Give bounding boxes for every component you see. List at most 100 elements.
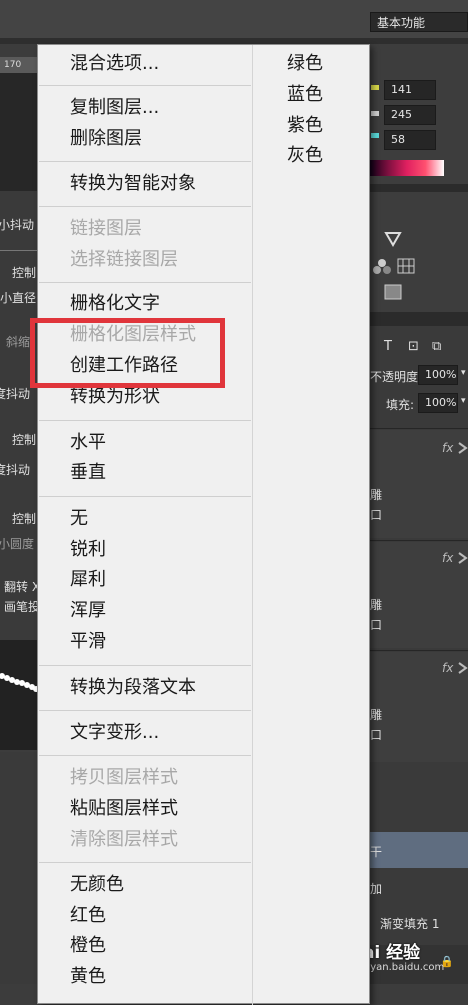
canvas-area [0,73,37,191]
layer-toggle-icon[interactable] [457,659,468,677]
menu-item-warp-text[interactable]: 文字变形... [70,722,159,744]
opacity-dropdown-icon[interactable]: ▾ [461,368,466,378]
opacity-value: 100% [425,368,457,381]
triangle-icon[interactable] [384,231,402,247]
menu-separator [39,85,251,86]
fx-icon: fx [442,551,454,565]
opacity-field[interactable]: 100% [418,365,458,385]
menu-separator [39,665,251,666]
annotation-highlight-box [30,318,225,388]
brush-label: 小直径 [0,291,37,305]
panel-divider [370,184,468,192]
gradient-fill-layer[interactable]: 渐变填充 1 [380,915,439,932]
workspace-label: 基本功能 [377,16,426,30]
menu-item-color-red[interactable]: 红色 [70,905,106,927]
menu-separator [39,161,251,162]
color-r-field[interactable]: 141 [384,80,436,100]
smart-filter-icon[interactable]: ⧉ [432,339,441,354]
layer-row-divider [370,650,468,651]
slider-b-marker [371,133,379,138]
menu-item-color-blue[interactable]: 蓝色 [287,84,323,106]
layer-row-selected[interactable] [370,832,468,868]
menu-item-convert-smart-object[interactable]: 转换为智能对象 [70,173,196,195]
color-b-value: 58 [391,133,405,146]
type-filter-icon[interactable]: T [384,339,392,354]
color-spectrum[interactable] [370,160,444,176]
menu-item-paste-layer-style[interactable]: 粘贴图层样式 [70,798,178,820]
brush-label: 度抖动 [0,463,31,477]
grid-icon[interactable] [397,258,415,274]
menu-item-color-green[interactable]: 绿色 [287,53,323,75]
menu-item-horizontal[interactable]: 水平 [70,432,106,454]
menu-item-antialias-none[interactable]: 无 [70,508,88,530]
menu-separator [39,862,251,863]
opacity-label: 不透明度: [370,370,423,384]
fill-dropdown-icon[interactable]: ▾ [461,396,466,406]
blend-fragment: 加 [370,882,383,896]
fill-field[interactable]: 100% [418,393,458,413]
fx-icon: fx [442,661,454,675]
layer-name: 雕 [370,598,383,612]
menu-item-antialias-crisp[interactable]: 犀利 [70,569,106,591]
context-menu: 混合选项... 复制图层... 删除图层 转换为智能对象 链接图层 选择链接图层… [37,44,370,1005]
menu-item-color-violet[interactable]: 紫色 [287,115,323,137]
slider-g-marker [371,111,379,116]
panel-divider [370,312,468,326]
color-r-value: 141 [391,83,412,96]
menu-separator [39,496,251,497]
menu-item-copy-layer-style: 拷贝图层样式 [70,767,178,788]
menu-item-select-linked-layers: 选择链接图层 [70,249,178,270]
menu-separator [39,282,251,283]
brush-label: 小抖动 [0,218,35,232]
layer-fragment: 口 [370,728,383,742]
selected-layer-fragment: 干 [370,845,383,859]
brush-label: 度抖动 [0,387,31,401]
layer-toggle-icon[interactable] [457,439,468,457]
brush-label: 翻转 X [4,580,41,594]
menu-item-vertical[interactable]: 垂直 [70,462,106,484]
menu-item-antialias-sharp[interactable]: 锐利 [70,539,106,561]
bottom-left-area [0,752,37,984]
layer-row-divider [370,428,468,429]
menu-item-convert-paragraph-text[interactable]: 转换为段落文本 [70,677,196,699]
layer-toggle-icon[interactable] [457,549,468,567]
brush-label: 控制 [12,433,37,447]
menu-item-color-yellow[interactable]: 黄色 [70,966,106,988]
color-b-field[interactable]: 58 [384,130,436,150]
fx-icon: fx [442,441,454,455]
menu-item-color-gray[interactable]: 灰色 [287,145,323,167]
menu-separator [39,755,251,756]
brush-label: 控制 [12,266,37,280]
brush-label: 控制 [12,512,37,526]
menu-item-antialias-strong[interactable]: 浑厚 [70,600,106,622]
color-g-field[interactable]: 245 [384,105,436,125]
menu-item-clear-layer-style: 清除图层样式 [70,829,178,850]
brush-stroke-preview [0,673,37,692]
fill-value: 100% [425,396,457,409]
shape-filter-icon[interactable]: ⊡ [408,339,419,354]
slider-r-marker [371,85,379,90]
ruler-mark: 170 [4,60,22,70]
menu-item-antialias-smooth[interactable]: 平滑 [70,631,106,653]
layer-fragment: 口 [370,618,383,632]
layer-row-divider [370,540,468,541]
menu-column-divider [252,45,253,1005]
menu-item-delete-layer[interactable]: 删除图层 [70,128,142,150]
menu-separator [39,710,251,711]
menu-item-duplicate-layer[interactable]: 复制图层... [70,97,159,119]
color-g-value: 245 [391,108,412,121]
menu-item-link-layers: 链接图层 [70,218,142,239]
menu-separator [39,206,251,207]
layer-name: 雕 [370,708,383,722]
menu-item-convert-to-shape[interactable]: 转换为形状 [70,386,160,408]
brush-slider[interactable] [0,250,37,251]
workspace-switcher[interactable]: 基本功能 [370,12,468,32]
menu-item-blending-options[interactable]: 混合选项... [70,53,159,75]
menu-item-rasterize-type[interactable]: 栅格化文字 [70,293,160,315]
brush-label: 小圆度 [0,537,35,551]
gradient-map-icon[interactable] [384,284,402,300]
circles-icon[interactable] [372,257,392,275]
brush-label: 画笔投 [4,600,41,614]
menu-item-color-none[interactable]: 无颜色 [70,874,124,896]
menu-item-color-orange[interactable]: 橙色 [70,935,106,957]
